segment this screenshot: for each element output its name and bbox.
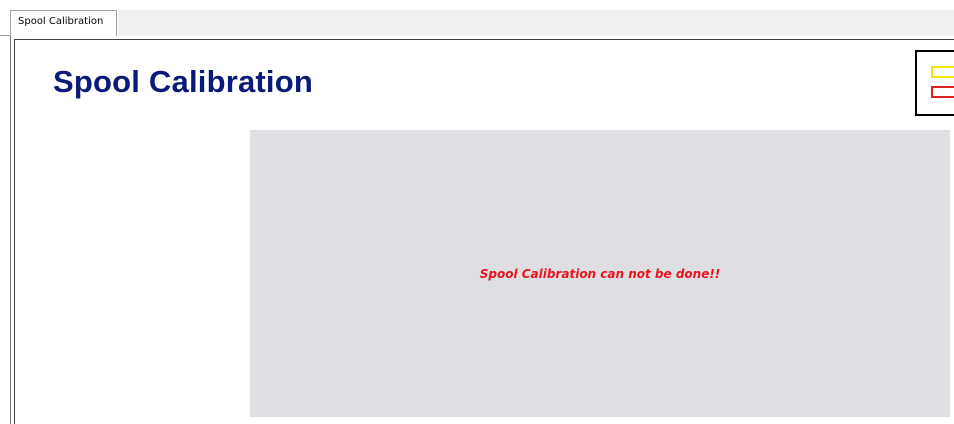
tab-page: Spool Calibration Spool Calibration can … bbox=[10, 36, 954, 424]
calibration-panel: Spool Calibration can not be done!! bbox=[250, 130, 950, 417]
tab-page-content: Spool Calibration Spool Calibration can … bbox=[14, 39, 954, 424]
tab-spool-calibration[interactable]: Spool Calibration bbox=[10, 10, 117, 36]
logo-red-bar bbox=[931, 86, 954, 98]
tab-bar-background bbox=[118, 10, 954, 37]
application-window: Spool Calibration Spool Calibration Spoo… bbox=[0, 0, 954, 424]
tab-label: Spool Calibration bbox=[18, 16, 104, 27]
page-title: Spool Calibration bbox=[53, 64, 314, 99]
logo-yellow-bar bbox=[931, 66, 954, 78]
company-logo-icon bbox=[915, 50, 954, 116]
tab-strip: Spool Calibration bbox=[0, 0, 954, 37]
calibration-error-message: Spool Calibration can not be done!! bbox=[479, 266, 721, 281]
tab-strip-edge bbox=[0, 35, 10, 36]
